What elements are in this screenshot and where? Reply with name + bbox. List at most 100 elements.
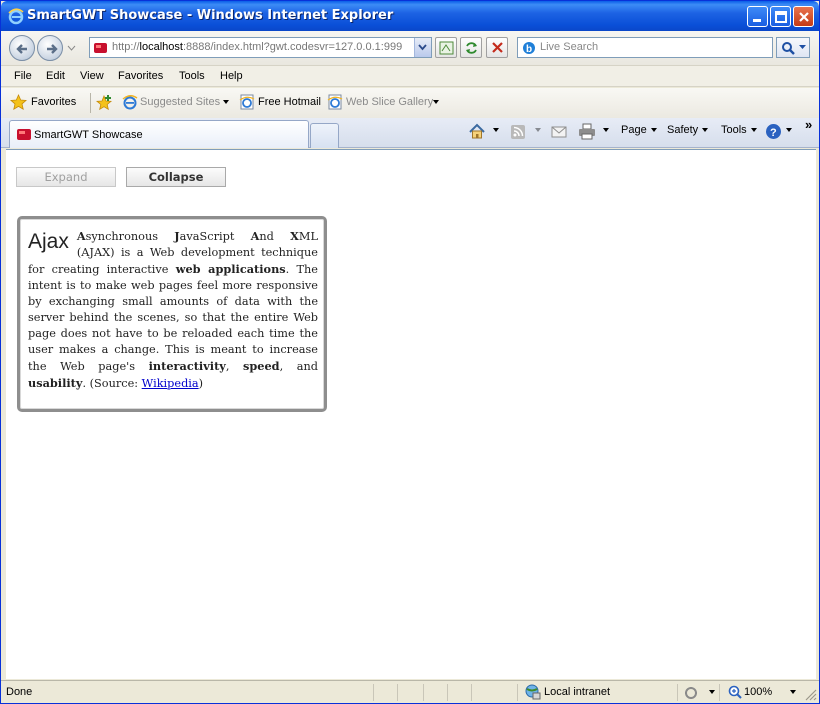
- chevron-down-icon: [603, 128, 609, 133]
- home-icon[interactable]: [468, 123, 486, 140]
- zoom-control[interactable]: 100%: [719, 684, 799, 701]
- tab-bar: SmartGWT Showcase Page Safety Tools ? »: [1, 117, 819, 148]
- text-segment: . (Source:: [82, 377, 142, 390]
- address-dropdown-button[interactable]: [414, 38, 431, 57]
- status-pane: [423, 684, 447, 701]
- forward-button[interactable]: [37, 35, 63, 61]
- feeds-icon[interactable]: [510, 124, 526, 140]
- new-tab-button[interactable]: [310, 123, 339, 148]
- add-favorites-icon[interactable]: [96, 94, 114, 111]
- expand-button[interactable]: Expand: [16, 167, 116, 187]
- chevron-down-icon: [750, 128, 757, 133]
- tools-menu[interactable]: Tools: [721, 124, 757, 136]
- search-button[interactable]: [776, 37, 810, 58]
- zoom-level: 100%: [744, 686, 773, 698]
- favorites-bar: Favorites Suggested Sites Free Hotmail W…: [1, 88, 819, 118]
- chevron-down-icon: [433, 100, 439, 105]
- zoom-icon: [728, 685, 742, 699]
- intranet-globe-icon: [525, 684, 541, 700]
- tab-smartgwt-showcase[interactable]: SmartGWT Showcase: [9, 120, 309, 148]
- search-icon: [782, 42, 795, 55]
- home-dropdown[interactable]: [489, 124, 499, 136]
- suggested-sites-link[interactable]: Suggested Sites: [140, 96, 220, 108]
- favorites-button[interactable]: Favorites: [31, 96, 76, 108]
- web-slice-gallery-link[interactable]: Web Slice Gallery: [346, 96, 433, 108]
- menu-file[interactable]: File: [14, 70, 32, 82]
- safety-menu-label: Safety: [667, 124, 699, 136]
- chevron-down-icon: [535, 128, 541, 133]
- text-segment: synchronous: [85, 230, 175, 243]
- forward-arrow-icon: [47, 44, 58, 54]
- protected-mode-pane[interactable]: [677, 684, 719, 701]
- back-button[interactable]: [9, 35, 35, 61]
- stop-icon: [492, 42, 503, 53]
- chevron-down-icon: [786, 128, 792, 133]
- site-favicon-icon: [94, 43, 107, 53]
- compatibility-view-icon: [439, 41, 454, 55]
- free-hotmail-link[interactable]: Free Hotmail: [258, 96, 321, 108]
- svg-text:b: b: [526, 44, 532, 55]
- ie-logo-icon: [8, 8, 24, 25]
- chevron-down-icon: [709, 690, 715, 694]
- help-icon[interactable]: ?: [765, 123, 782, 140]
- page-menu[interactable]: Page: [621, 124, 657, 136]
- minimize-icon: [753, 19, 761, 22]
- search-options-icon[interactable]: [798, 44, 807, 50]
- chevron-down-icon: [702, 128, 709, 133]
- compatibility-view-button[interactable]: [435, 37, 457, 58]
- title-bar[interactable]: SmartGWT Showcase - Windows Internet Exp…: [1, 1, 819, 31]
- refresh-button[interactable]: [460, 37, 482, 58]
- safety-menu[interactable]: Safety: [667, 124, 709, 136]
- text-segment: , and: [279, 360, 318, 373]
- wikipedia-link[interactable]: Wikipedia: [142, 377, 199, 390]
- feeds-dropdown[interactable]: [531, 124, 541, 136]
- refresh-icon: [466, 42, 477, 54]
- text-segment: A: [76, 229, 86, 243]
- text-segment: X: [290, 229, 299, 243]
- print-icon[interactable]: [578, 123, 596, 140]
- menu-help[interactable]: Help: [220, 70, 243, 82]
- status-pane: [373, 684, 397, 701]
- minimize-button[interactable]: [747, 6, 768, 27]
- chevron-down-icon: [418, 44, 427, 51]
- status-pane: [471, 684, 517, 701]
- toolbar-overflow-button[interactable]: »: [805, 117, 812, 132]
- page-menu-label: Page: [621, 124, 647, 136]
- maximize-button[interactable]: [770, 6, 791, 27]
- web-slice-gallery-dropdown[interactable]: [429, 96, 439, 108]
- ajax-description: Ajax Asynchronous JavaScript And XML (AJ…: [28, 228, 318, 392]
- svg-text:?: ?: [770, 127, 777, 139]
- resize-grip-icon[interactable]: [805, 689, 817, 701]
- security-zone[interactable]: Local intranet: [517, 684, 677, 701]
- text-segment: nd: [259, 230, 291, 243]
- text-segment: . The intent is to make web pages feel m…: [28, 263, 318, 373]
- close-icon: [799, 12, 809, 22]
- maximize-icon: [775, 11, 787, 23]
- menu-favorites[interactable]: Favorites: [118, 70, 163, 82]
- menu-view[interactable]: View: [80, 70, 104, 82]
- site-favicon-icon: [17, 129, 31, 140]
- search-placeholder: Live Search: [540, 41, 599, 53]
- ajax-info-panel: Ajax Asynchronous JavaScript And XML (AJ…: [17, 216, 327, 412]
- address-bar[interactable]: http://localhost:8888/index.html?gwt.cod…: [89, 37, 432, 58]
- text-segment: ): [198, 377, 204, 390]
- security-zone-label: Local intranet: [544, 686, 611, 698]
- help-dropdown[interactable]: [782, 124, 792, 136]
- suggested-sites-dropdown[interactable]: [219, 96, 229, 108]
- text-segment: speed: [243, 359, 280, 373]
- collapse-button[interactable]: Collapse: [126, 167, 226, 187]
- mail-icon[interactable]: [551, 125, 567, 139]
- menu-bar: File Edit View Favorites Tools Help: [1, 65, 819, 87]
- menu-edit[interactable]: Edit: [46, 70, 65, 82]
- menu-tools[interactable]: Tools: [179, 70, 205, 82]
- close-button[interactable]: [793, 6, 814, 27]
- search-input[interactable]: b Live Search: [517, 37, 773, 58]
- ie-page-icon: [327, 94, 343, 110]
- address-toolbar: http://localhost:8888/index.html?gwt.cod…: [1, 31, 819, 65]
- tab-label: SmartGWT Showcase: [34, 129, 143, 141]
- history-dropdown-icon[interactable]: [67, 45, 76, 51]
- chevron-down-icon: [650, 128, 657, 133]
- print-dropdown[interactable]: [599, 124, 609, 136]
- status-text: Done: [6, 686, 33, 698]
- stop-button[interactable]: [486, 37, 508, 58]
